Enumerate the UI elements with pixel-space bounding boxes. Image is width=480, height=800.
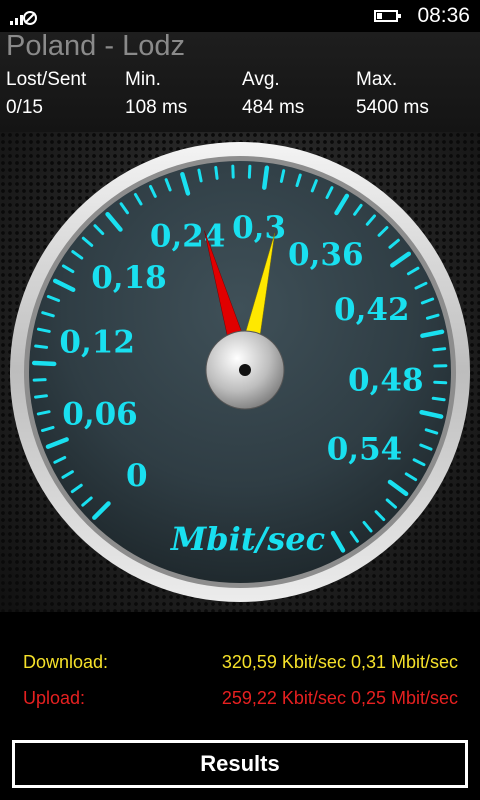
- stat-label-max: Max.: [356, 69, 398, 90]
- clock: 08:36: [417, 4, 470, 27]
- download-value: 320,59 Kbit/sec 0,31 Mbit/sec: [221, 652, 458, 672]
- speed-gauge-area: 0 0,06 0,12 0,18 0,24 0,3 0,36 0,42 0,48 0,54 Mbi…: [0, 132, 480, 612]
- stat-value-lost-sent: 0/15: [6, 97, 43, 118]
- gauge-minor-tick: [34, 344, 49, 349]
- gauge-minor-tick: [247, 164, 252, 179]
- gauge-tick-label: 0,48: [348, 363, 424, 399]
- gauge-minor-tick: [214, 165, 219, 180]
- battery-level: [377, 13, 382, 19]
- gauge-hub-pin: [239, 364, 251, 376]
- gauge-tick-label: 0,06: [62, 396, 138, 432]
- gauge-tick-label: 0,42: [334, 292, 410, 328]
- stat-value-max: 5400 ms: [356, 97, 429, 118]
- upload-value: 259,22 Kbit/sec 0,25 Mbit/sec: [221, 688, 458, 708]
- stat-value-avg: 484 ms: [242, 97, 305, 118]
- gauge-unit-label: Mbit/sec: [170, 520, 325, 558]
- results-button[interactable]: Results: [12, 740, 468, 788]
- gauge-major-tick: [262, 165, 270, 190]
- gauge-tick-label: 0,12: [59, 325, 135, 361]
- gauge-tick-label: 0: [126, 458, 148, 494]
- speedometer-gauge: 0 0,06 0,12 0,18 0,24 0,30,36 0,42 0,48 0,54 Mbi…: [10, 142, 470, 602]
- location-title: Poland - Lodz: [6, 30, 185, 62]
- gauge-minor-tick: [34, 394, 48, 399]
- stat-label-min: Min.: [125, 69, 161, 90]
- battery-icon: [374, 10, 401, 22]
- gauge-tick-label: 0,36: [288, 237, 364, 273]
- results-panel: Download: 320,59 Kbit/sec 0,31 Mbit/sec …: [0, 612, 480, 800]
- gauge-tick-label: 0,54: [327, 431, 403, 467]
- stat-value-min: 108 ms: [125, 97, 188, 118]
- gauge-tick-label: 0,24: [150, 219, 226, 255]
- gauge-tick-label: 0,3: [232, 210, 286, 246]
- gauge-minor-tick: [431, 396, 446, 402]
- download-label: Download:: [23, 652, 109, 672]
- gauge-minor-tick: [433, 380, 448, 385]
- stat-label-avg: Avg.: [242, 69, 280, 90]
- header-panel: Poland - Lodz Lost/Sent 0/15 Min. 108 ms…: [0, 30, 480, 132]
- gauge-tick-label: 0,18: [91, 260, 167, 296]
- gauge-minor-tick: [432, 347, 447, 352]
- status-bar: 08:36: [0, 0, 480, 32]
- signal-icon: [10, 11, 37, 25]
- stat-label-lost-sent: Lost/Sent: [6, 69, 87, 90]
- gauge-major-tick: [31, 360, 57, 367]
- upload-label: Upload:: [23, 688, 86, 708]
